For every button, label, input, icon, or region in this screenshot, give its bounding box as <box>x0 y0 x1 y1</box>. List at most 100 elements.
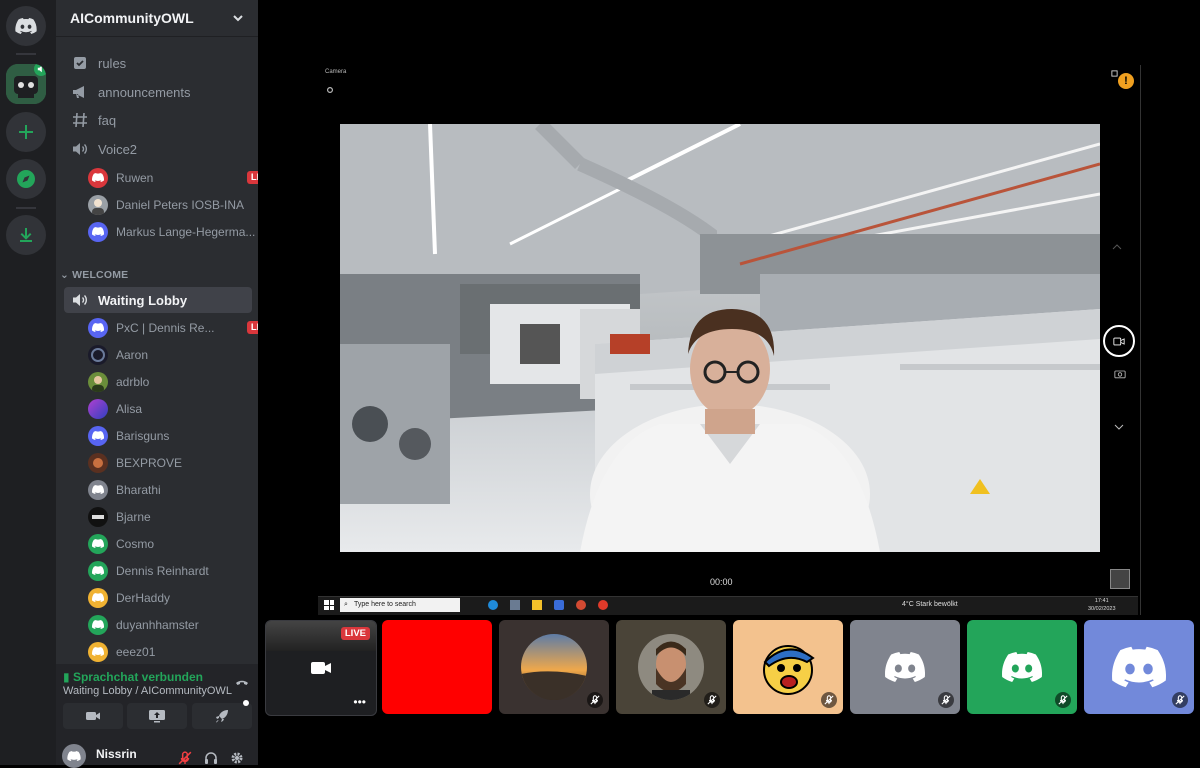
channel-faq[interactable]: faq <box>64 107 252 133</box>
avatar <box>88 533 108 554</box>
channel-rules[interactable]: rules <box>64 50 252 76</box>
avatar <box>88 167 108 188</box>
record-video-button[interactable] <box>1103 325 1135 357</box>
avatar <box>88 344 108 365</box>
voice-user-pxc-dennis[interactable]: PxC | Dennis Re... LIVE <box>88 315 276 340</box>
avatar <box>88 641 108 662</box>
voice-user-dennis-reinhardt[interactable]: Dennis Reinhardt <box>88 558 276 583</box>
taskbar-search[interactable]: ⌕ Type here to search <box>340 598 460 612</box>
participant-tile-bearded[interactable] <box>616 620 726 714</box>
participant-tile-cartoon[interactable] <box>733 620 843 714</box>
voice-user-daniel[interactable]: Daniel Peters IOSB-INA <box>88 192 276 217</box>
chevron-down-icon[interactable] <box>1114 423 1124 431</box>
voice-user-name: Aaron <box>116 347 149 362</box>
more-options-icon[interactable]: ••• <box>353 695 366 709</box>
participant-tile-grey[interactable] <box>850 620 960 714</box>
category-welcome[interactable]: ⌄ WELCOME <box>60 269 128 281</box>
camera-icon[interactable] <box>1114 369 1126 379</box>
download-apps-button[interactable] <box>6 215 46 255</box>
discord-logo-icon <box>1112 646 1166 688</box>
user-avatar[interactable] <box>62 744 86 768</box>
video-icon <box>1113 337 1125 345</box>
participant-tile-blurple[interactable] <box>1084 620 1194 714</box>
muted-mic-icon <box>1172 692 1188 708</box>
server-name: AICommunityOWL <box>70 10 194 26</box>
muted-mic-icon[interactable] <box>178 751 192 765</box>
video-icon <box>311 662 331 674</box>
discord-home-icon[interactable] <box>6 6 46 46</box>
headphones-icon[interactable] <box>204 751 218 765</box>
voice-user-cosmo[interactable]: Cosmo <box>88 531 276 556</box>
warning-icon[interactable]: ! <box>1118 73 1134 89</box>
avatar <box>88 560 108 581</box>
disconnect-phone-icon <box>236 680 248 685</box>
voice-user-ruwen[interactable]: Ruwen LIVE <box>88 165 276 190</box>
app-icon[interactable] <box>554 600 564 610</box>
voice-user-name: Bharathi <box>116 482 161 497</box>
gear-icon[interactable] <box>230 751 244 765</box>
participant-tile-green[interactable] <box>967 620 1077 714</box>
server-rail <box>0 0 56 765</box>
recording-time: 00:00 <box>710 577 733 587</box>
voice-user-duyanhhamster[interactable]: duyanhhamster <box>88 612 276 637</box>
edge-icon[interactable] <box>488 600 498 610</box>
app-icon[interactable] <box>510 600 520 610</box>
voice-channel-path[interactable]: Waiting Lobby / AICommunityOWL <box>63 685 232 697</box>
explore-servers-button[interactable] <box>6 159 46 199</box>
participant-tile-sunset[interactable] <box>499 620 609 714</box>
server-aicommunityowl-icon[interactable] <box>6 64 46 104</box>
thumbnail-preview[interactable] <box>1110 569 1130 589</box>
camera-button[interactable] <box>63 703 123 729</box>
add-server-button[interactable] <box>6 112 46 152</box>
channel-announcements[interactable]: announcements <box>64 79 252 105</box>
window-restore-icon[interactable] <box>1111 70 1118 77</box>
user-panel: Nissrin <box>56 738 258 768</box>
voice-user-aaron[interactable]: Aaron <box>88 342 276 367</box>
voice-user-alisa[interactable]: Alisa <box>88 396 276 421</box>
chevron-up-icon[interactable] <box>1112 243 1122 251</box>
folder-icon[interactable] <box>532 600 542 610</box>
screen-share-button[interactable] <box>127 703 187 729</box>
signal-icon: ▮ <box>63 670 70 684</box>
voice-user-markus[interactable]: Markus Lange-Hegerma... <box>88 219 276 244</box>
voice-user-bharathi[interactable]: Bharathi <box>88 477 276 502</box>
app-icon[interactable] <box>598 600 608 610</box>
app-icon[interactable] <box>576 600 586 610</box>
channel-voice2[interactable]: Voice2 <box>64 136 252 162</box>
muted-mic-icon <box>938 692 954 708</box>
avatar <box>88 452 108 473</box>
stream-taskbar: ⌕ Type here to search 4°C Stark bewölkt … <box>318 596 1138 615</box>
participant-tile-live-stream[interactable]: LIVE ••• <box>265 620 377 716</box>
camera-icon <box>86 712 100 720</box>
disconnect-button[interactable] <box>234 674 250 695</box>
server-header[interactable]: AICommunityOWL <box>56 0 258 37</box>
voice-user-bexprove[interactable]: BEXPROVE <box>88 450 276 475</box>
taskbar-clock[interactable]: 17:41 30/02/2023 <box>1088 597 1116 613</box>
voice-user-barisguns[interactable]: Barisguns <box>88 423 276 448</box>
voice-user-bjarne[interactable]: Bjarne <box>88 504 276 529</box>
activities-button[interactable] <box>192 700 252 729</box>
avatar <box>88 371 108 392</box>
voice-user-adrblo[interactable]: adrblo <box>88 369 276 394</box>
chevron-down-icon: ⌄ <box>60 269 69 281</box>
participant-tile-ruwen[interactable] <box>382 620 492 714</box>
avatar <box>88 614 108 635</box>
hashtag-icon <box>70 112 90 128</box>
settings-icon[interactable] <box>326 86 334 94</box>
voice-status[interactable]: ▮ Sprachchat verbunden <box>63 670 203 684</box>
username: Nissrin <box>96 747 137 761</box>
voice-user-derhaddy[interactable]: DerHaddy <box>88 585 276 610</box>
avatar <box>521 634 587 700</box>
channel-waiting-lobby[interactable]: Waiting Lobby <box>64 287 252 313</box>
rocket-icon <box>216 710 228 723</box>
voice-user-name: Markus Lange-Hegerma... <box>116 224 256 239</box>
voice-user-name: duyanhhamster <box>116 617 199 632</box>
windows-start-icon[interactable] <box>324 600 334 610</box>
voice-user-name: DerHaddy <box>116 590 171 605</box>
voice-user-name: Alisa <box>116 401 143 416</box>
speaker-icon <box>70 142 90 156</box>
chevron-down-icon <box>233 15 243 22</box>
weather-widget[interactable]: 4°C Stark bewölkt <box>902 601 958 608</box>
voice-user-eeez01[interactable]: eeez01 <box>88 639 276 664</box>
avatar <box>763 645 815 695</box>
